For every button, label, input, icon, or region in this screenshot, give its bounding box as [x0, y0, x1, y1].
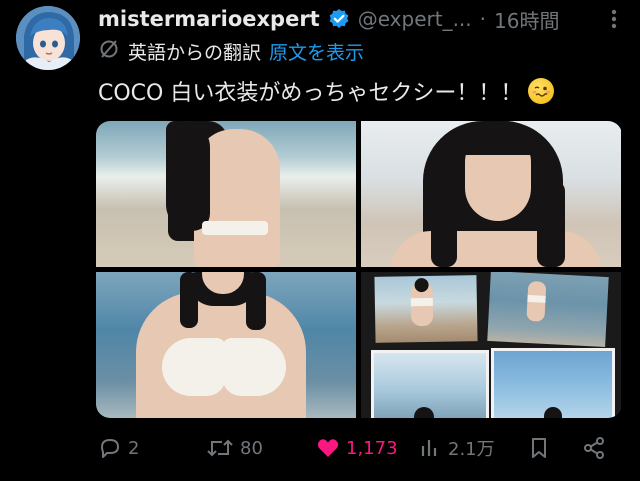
bookmark-icon: [532, 438, 546, 458]
translate-icon: [98, 38, 120, 65]
translation-label: 英語からの翻訳: [128, 41, 262, 64]
media-photo-2[interactable]: [361, 121, 621, 267]
collage-photo-b: [487, 272, 609, 348]
tweet-text-content: COCO 白い衣装がめっちゃセクシー！！！: [98, 81, 523, 106]
repost-count: 80: [240, 437, 263, 459]
like-button[interactable]: 1,173: [316, 434, 398, 462]
media-grid: [96, 121, 622, 418]
views-icon: [421, 440, 437, 456]
translation-row: 英語からの翻訳 原文を表示: [98, 38, 364, 64]
share-button[interactable]: [582, 434, 606, 462]
more-options-icon[interactable]: [602, 6, 626, 32]
separator-dot: ·: [479, 7, 487, 31]
reply-count: 2: [128, 437, 140, 459]
tweet[interactable]: mistermarioexpert @expert_... · 16時間 英語か…: [0, 0, 640, 481]
tweet-text: COCO 白い衣装がめっちゃセクシー！！！: [98, 75, 555, 107]
media-photo-1[interactable]: [96, 121, 356, 267]
timestamp[interactable]: 16時間: [494, 5, 559, 34]
views-button[interactable]: 2.1万: [420, 434, 495, 462]
media-photo-4[interactable]: [361, 272, 621, 418]
reply-button[interactable]: 2: [98, 434, 139, 462]
media-photo-3[interactable]: [96, 272, 356, 418]
user-handle[interactable]: @expert_...: [358, 7, 472, 31]
collage-photo-d: [491, 348, 615, 418]
like-count: 1,173: [346, 437, 398, 459]
avatar-illustration: [16, 6, 80, 70]
bookmark-button[interactable]: [528, 434, 550, 462]
action-bar: 2 80 1,173 2.1万: [98, 430, 618, 466]
avatar[interactable]: [16, 6, 80, 70]
share-icon: [584, 437, 604, 459]
show-original-link[interactable]: 原文を表示: [269, 38, 364, 65]
woozy-face-emoji: [528, 78, 555, 104]
verified-badge-icon: [328, 8, 350, 30]
collage-photo-a: [374, 275, 478, 343]
tweet-header: mistermarioexpert @expert_... · 16時間: [98, 4, 626, 34]
collage-photo-c: [371, 350, 489, 418]
heart-icon: [317, 439, 339, 457]
view-count: 2.1万: [448, 439, 495, 460]
display-name[interactable]: mistermarioexpert: [98, 7, 320, 31]
reply-icon: [101, 439, 119, 458]
repost-icon: [207, 439, 233, 457]
repost-button[interactable]: 80: [206, 434, 263, 462]
